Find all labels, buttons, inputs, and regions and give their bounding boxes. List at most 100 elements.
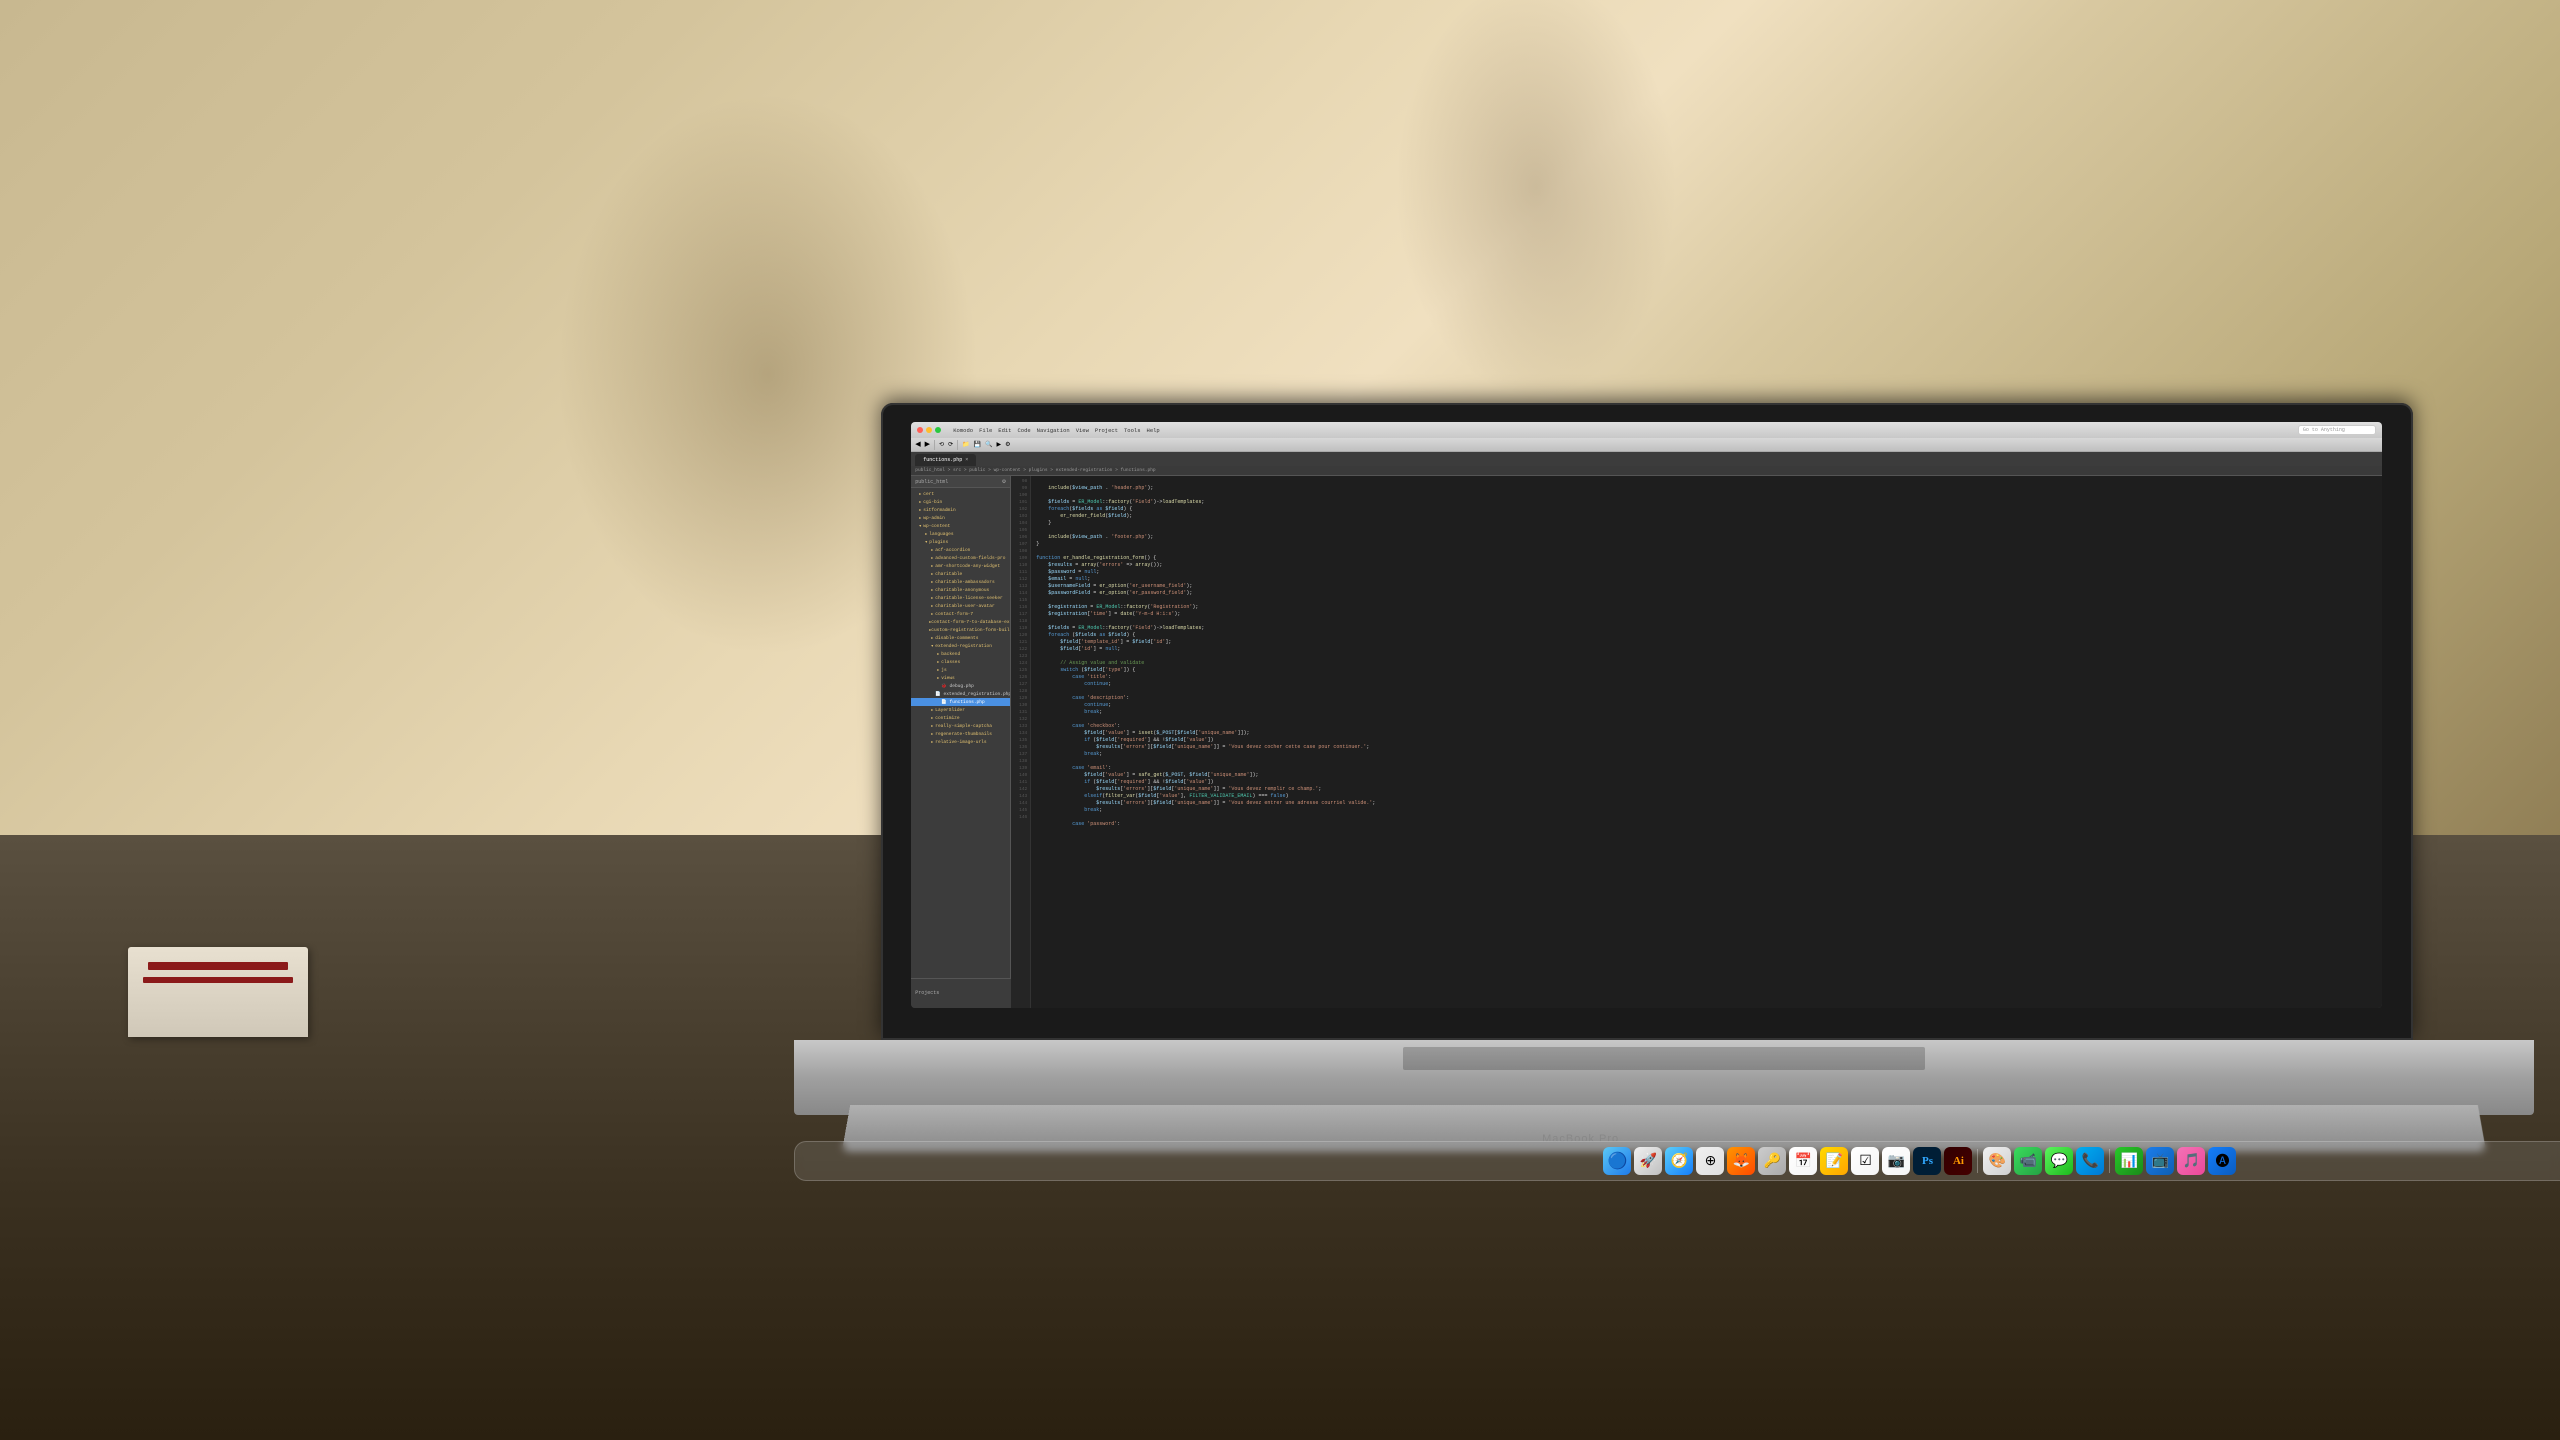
tree-disable-comments[interactable]: ▸ disable-comments <box>911 634 1010 642</box>
tree-classes[interactable]: ▸ classes <box>911 658 1010 666</box>
folder-label: extended-registration <box>935 644 992 649</box>
tab-close-icon[interactable]: × <box>965 457 968 463</box>
tree-charitable-anon[interactable]: ▸ charitable-anonymous <box>911 586 1010 594</box>
tree-relative-urls[interactable]: ▸ relative-image-urls <box>911 738 1010 746</box>
tree-js[interactable]: ▸ js <box>911 666 1010 674</box>
toolbar-icon-6[interactable]: 💾 <box>974 441 981 448</box>
chrome-icon: ⊕ <box>1705 1152 1717 1169</box>
folder-label: relative-image-urls <box>935 740 986 745</box>
tree-charitable[interactable]: ▸ charitable <box>911 570 1010 578</box>
folder-label: classes <box>941 660 960 665</box>
firefox-icon: 🦊 <box>1733 1152 1750 1169</box>
menu-help[interactable]: Help <box>1147 427 1160 434</box>
minimize-button[interactable] <box>926 427 932 433</box>
finder-icon: 🔵 <box>1608 1151 1628 1171</box>
dock-icon-keychain[interactable]: 🔑 <box>1758 1147 1786 1175</box>
numbers-icon: 📊 <box>2121 1152 2138 1169</box>
menu-bar: Komodo File Edit Code Navigation View Pr… <box>911 422 2382 438</box>
menu-code[interactable]: Code <box>1017 427 1030 434</box>
tree-views[interactable]: ▸ views <box>911 674 1010 682</box>
menu-navigation[interactable]: Navigation <box>1037 427 1070 434</box>
dock-icon-calendar[interactable]: 📅 <box>1789 1147 1817 1175</box>
dock-icon-colorpicker[interactable]: 🎨 <box>1983 1147 2011 1175</box>
tree-amr[interactable]: ▸ amr-shortcode-any-widget <box>911 562 1010 570</box>
dock-icon-numbers[interactable]: 📊 <box>2115 1147 2143 1175</box>
tree-backend[interactable]: ▸ backend <box>911 650 1010 658</box>
dock-icon-keynote[interactable]: 📺 <box>2146 1147 2174 1175</box>
menu-komodo[interactable]: Komodo <box>953 427 973 434</box>
toolbar-icon-5[interactable]: 📁 <box>962 441 969 448</box>
breadcrumb: public_html > src > public > wp-content … <box>915 468 1155 473</box>
sidebar-gear-icon[interactable]: ⚙ <box>1002 479 1006 485</box>
dock-icon-messages[interactable]: 💬 <box>2045 1147 2073 1175</box>
laptop-screen-bezel: Komodo File Edit Code Navigation View Pr… <box>881 403 2413 1039</box>
tree-wp-admin[interactable]: ▸ wp-admin <box>911 514 1010 522</box>
dock-icon-finder[interactable]: 🔵 <box>1603 1147 1631 1175</box>
tree-cert[interactable]: ▸ cert <box>911 490 1010 498</box>
toolbar-icon-1[interactable]: ◀ <box>915 440 920 449</box>
messages-icon: 💬 <box>2051 1152 2068 1169</box>
folder-label: amr-shortcode-any-widget <box>935 564 1000 569</box>
tree-captcha[interactable]: ▸ really-simple-captcha <box>911 722 1010 730</box>
menu-edit[interactable]: Edit <box>998 427 1011 434</box>
menu-project[interactable]: Project <box>1095 427 1118 434</box>
traffic-lights[interactable] <box>917 427 941 433</box>
tree-sitformadmin[interactable]: ▸ sitformadmin <box>911 506 1010 514</box>
dock-separator <box>1977 1149 1978 1173</box>
go-to-anything-input[interactable]: Go to Anything <box>2298 425 2376 435</box>
dock-icon-chrome[interactable]: ⊕ <box>1696 1147 1724 1175</box>
tree-cgi-bin[interactable]: ▸ cgi-bin <box>911 498 1010 506</box>
toolbar-icon-2[interactable]: ▶ <box>925 440 930 449</box>
tab-filename: functions.php <box>923 457 962 463</box>
tree-plugins[interactable]: ▾ plugins <box>911 538 1010 546</box>
tree-cf7-db[interactable]: ▸ contact-form-7-to-database-ext... <box>911 618 1010 626</box>
close-button[interactable] <box>917 427 923 433</box>
dock-icon-facetime[interactable]: 📹 <box>2014 1147 2042 1175</box>
tree-functions-php[interactable]: 📄 functions.php <box>911 698 1010 706</box>
tab-functions-php[interactable]: functions.php × <box>915 454 976 466</box>
tree-acf-pro[interactable]: ▸ advanced-custom-fields-pro <box>911 554 1010 562</box>
dock-icon-appstore[interactable]: 🅐 <box>2208 1147 2236 1175</box>
tree-languages[interactable]: ▸ languages <box>911 530 1010 538</box>
toolbar-separator-1 <box>934 440 935 450</box>
dock-icon-skype[interactable]: 📞 <box>2076 1147 2104 1175</box>
dock-icon-photos[interactable]: 📷 <box>1882 1147 1910 1175</box>
tree-wp-content[interactable]: ▾ wp-content <box>911 522 1010 530</box>
dock-icon-launchpad[interactable]: 🚀 <box>1634 1147 1662 1175</box>
maximize-button[interactable] <box>935 427 941 433</box>
dock-icon-notes[interactable]: 📝 <box>1820 1147 1848 1175</box>
tree-debug-php[interactable]: 🐞 debug.php <box>911 682 1010 690</box>
menu-file[interactable]: File <box>979 427 992 434</box>
folder-label: contact-form-7-to-database-ext... <box>931 620 1010 625</box>
tree-extended-reg[interactable]: ▾ extended-registration <box>911 642 1010 650</box>
toolbar-icon-9[interactable]: ⚙ <box>1005 441 1010 448</box>
menu-tools[interactable]: Tools <box>1124 427 1141 434</box>
toolbar-icon-3[interactable]: ⟲ <box>939 441 944 448</box>
tree-contimize[interactable]: ▸ contimize <box>911 714 1010 722</box>
tree-charitable-lic[interactable]: ▸ charitable-license-seeker <box>911 594 1010 602</box>
toolbar: ◀ ▶ ⟲ ⟳ 📁 💾 🔍 ▶ ⚙ <box>911 438 2382 452</box>
tree-charitable-avatar[interactable]: ▸ charitable-user-avatar <box>911 602 1010 610</box>
keychain-icon: 🔑 <box>1764 1152 1781 1169</box>
tree-extended-reg-php[interactable]: 📄 extended_registration.php <box>911 690 1010 698</box>
toolbar-icon-8[interactable]: ▶ <box>997 441 1002 448</box>
dock-icon-firefox[interactable]: 🦊 <box>1727 1147 1755 1175</box>
tree-cf7[interactable]: ▸ contact-form-7 <box>911 610 1010 618</box>
toolbar-icon-4[interactable]: ⟳ <box>948 441 953 448</box>
laptop-screen: Komodo File Edit Code Navigation View Pr… <box>911 422 2382 1008</box>
tree-regen-thumb[interactable]: ▸ regenerate-thumbnails <box>911 730 1010 738</box>
tree-custom-reg[interactable]: ▸ custom-registration-form-build... <box>911 626 1010 634</box>
sidebar-title: public_html <box>915 479 948 485</box>
file-label: 📄 extended_registration.php <box>935 692 1010 697</box>
tree-acf[interactable]: ▸ acf-accordion <box>911 546 1010 554</box>
dock-icon-safari[interactable]: 🧭 <box>1665 1147 1693 1175</box>
tree-layerslider[interactable]: ▸ LayerSlider <box>911 706 1010 714</box>
code-editor[interactable]: 9899100101102103104105106107108109110111… <box>1011 476 2382 1008</box>
menu-view[interactable]: View <box>1076 427 1089 434</box>
toolbar-icon-7[interactable]: 🔍 <box>985 441 992 448</box>
tree-charitable-amb[interactable]: ▸ charitable-ambassadors <box>911 578 1010 586</box>
dock-icon-photoshop[interactable]: Ps <box>1913 1147 1941 1175</box>
dock-icon-reminders[interactable]: ☑ <box>1851 1147 1879 1175</box>
dock-icon-illustrator[interactable]: Ai <box>1944 1147 1972 1175</box>
dock-icon-itunes[interactable]: 🎵 <box>2177 1147 2205 1175</box>
